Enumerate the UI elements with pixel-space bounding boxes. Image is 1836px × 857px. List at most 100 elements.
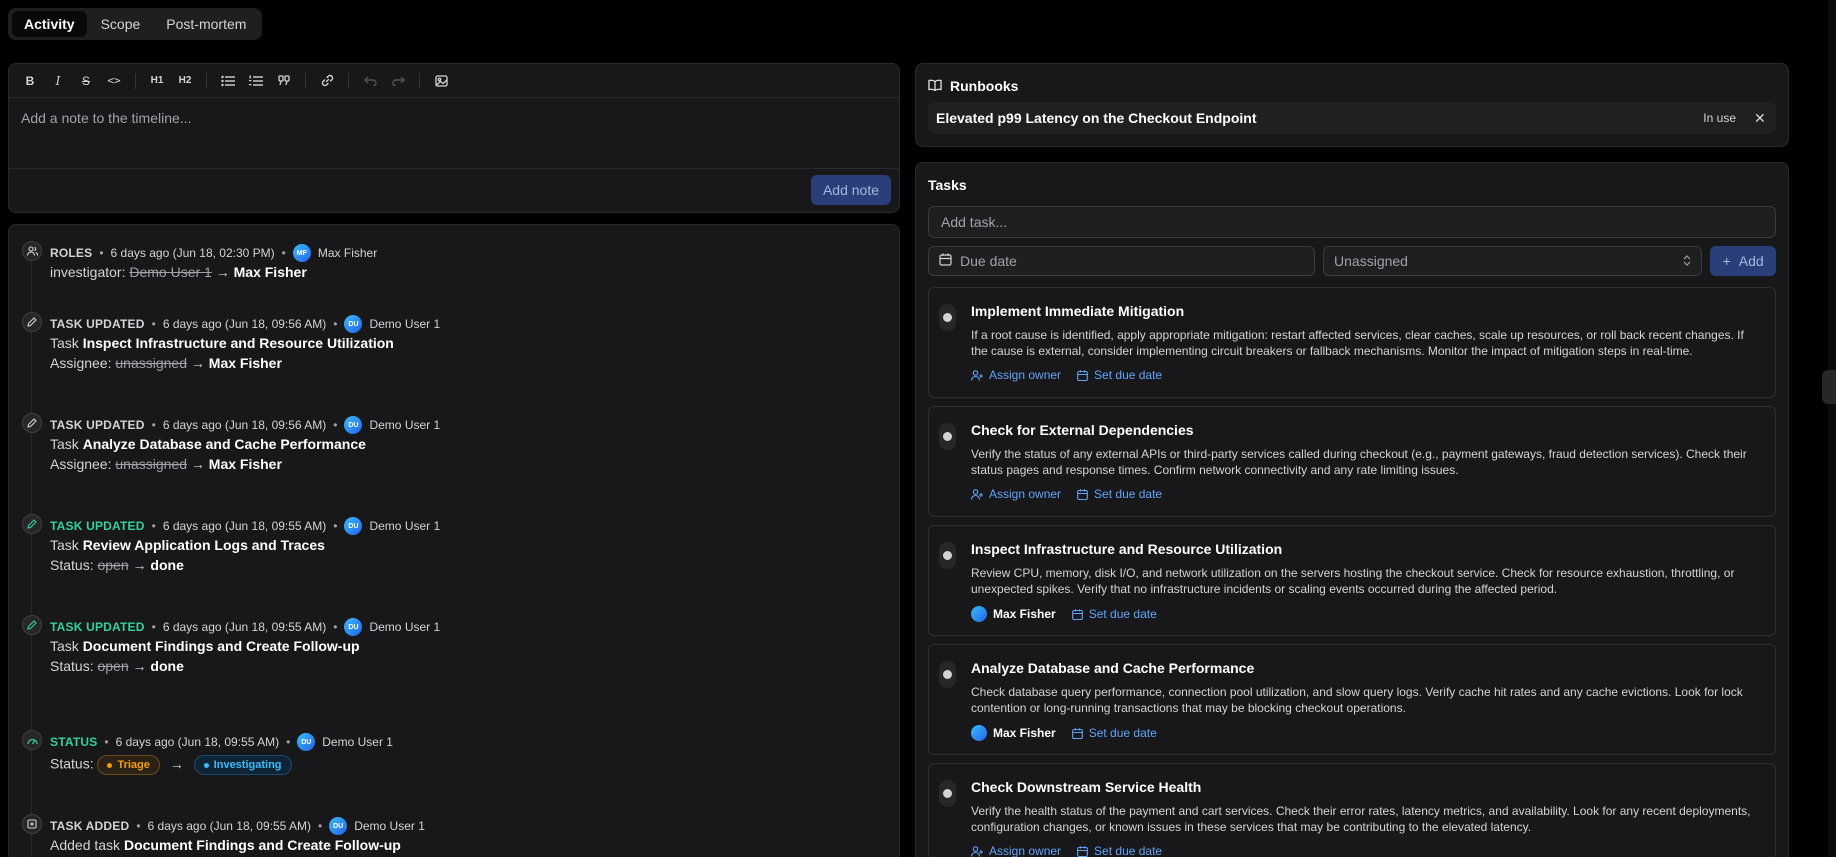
code-button[interactable]: <> bbox=[101, 69, 127, 93]
avatar: DU bbox=[344, 416, 363, 434]
task-title: Analyze Database and Cache Performance bbox=[971, 660, 1255, 676]
event-change: Status: open → done bbox=[50, 658, 184, 674]
task-status-toggle[interactable] bbox=[939, 542, 956, 569]
calendar-icon bbox=[1071, 727, 1083, 739]
italic-button[interactable]: I bbox=[45, 69, 71, 93]
event-task: Task Document Findings and Create Follow… bbox=[50, 638, 360, 654]
task-status-toggle[interactable] bbox=[939, 423, 956, 450]
gauge-icon bbox=[22, 730, 42, 750]
user-plus-icon bbox=[971, 845, 983, 857]
assign-owner-button[interactable]: Assign owner bbox=[971, 844, 1061, 857]
assign-owner-button[interactable]: Assign owner bbox=[971, 487, 1061, 501]
task-card[interactable]: Implement Immediate Mitigation If a root… bbox=[928, 287, 1776, 398]
runbook-item[interactable]: Elevated p99 Latency on the Checkout End… bbox=[928, 102, 1776, 134]
ordered-list-icon[interactable] bbox=[243, 69, 269, 93]
task-card[interactable]: Inspect Infrastructure and Resource Util… bbox=[928, 525, 1776, 636]
task-actions: Assign owner Set due date bbox=[971, 844, 1162, 857]
undo-icon[interactable] bbox=[357, 69, 383, 93]
event-type: TASK UPDATED bbox=[50, 620, 145, 634]
avatar: DU bbox=[344, 517, 363, 535]
event-type: TASK UPDATED bbox=[50, 317, 145, 331]
task-card[interactable]: Check for External Dependencies Verify t… bbox=[928, 406, 1776, 517]
blockquote-icon[interactable] bbox=[271, 69, 297, 93]
event-user: Demo User 1 bbox=[369, 317, 441, 331]
avatar: DU bbox=[344, 618, 363, 636]
task-owner[interactable]: Max Fisher bbox=[971, 606, 1056, 622]
calendar-icon bbox=[1077, 845, 1088, 857]
task-status-toggle[interactable] bbox=[939, 780, 956, 807]
add-task-button[interactable]: + Add bbox=[1710, 246, 1776, 276]
task-card[interactable]: Check Downstream Service Health Verify t… bbox=[928, 763, 1776, 857]
due-date-picker[interactable]: Due date bbox=[928, 246, 1316, 276]
redo-icon[interactable] bbox=[385, 69, 411, 93]
avatar: MF bbox=[292, 244, 311, 262]
event-time: 6 days ago (Jun 18, 09:56 AM) bbox=[162, 317, 327, 331]
heading1-button[interactable]: H1 bbox=[144, 69, 170, 93]
assignee-select[interactable]: Unassigned bbox=[1323, 246, 1703, 276]
set-due-date-button[interactable]: Set due date bbox=[1077, 368, 1162, 382]
tab-activity[interactable]: Activity bbox=[12, 11, 87, 37]
heading2-button[interactable]: H2 bbox=[172, 69, 198, 93]
tab-scope[interactable]: Scope bbox=[89, 11, 153, 37]
user-plus-icon bbox=[971, 488, 983, 500]
task-owner[interactable]: Max Fisher bbox=[971, 725, 1056, 741]
task-status-toggle[interactable] bbox=[939, 304, 956, 331]
calendar-icon bbox=[939, 253, 952, 269]
set-due-date-button[interactable]: Set due date bbox=[1071, 726, 1157, 740]
event-change: investigator: Demo User 1 → Max Fisher bbox=[50, 264, 307, 280]
status-badge: Triage bbox=[97, 755, 160, 775]
event-task: Added task Document Findings and Create … bbox=[50, 837, 401, 853]
task-status-toggle[interactable] bbox=[939, 661, 956, 688]
page-scrollbar[interactable] bbox=[1828, 0, 1836, 857]
task-description: Review CPU, memory, disk I/O, and networ… bbox=[971, 566, 1735, 596]
runbooks-header: Runbooks bbox=[928, 78, 1018, 94]
runbook-name[interactable]: Elevated p99 Latency on the Checkout End… bbox=[936, 110, 1703, 126]
calendar-icon bbox=[1077, 488, 1088, 500]
timeline-meta: TASK ADDED • 6 days ago (Jun 18, 09:55 A… bbox=[50, 817, 425, 835]
set-due-date-button[interactable]: Set due date bbox=[1077, 487, 1162, 501]
note-input[interactable]: Add a note to the timeline... bbox=[9, 98, 899, 169]
users-icon bbox=[22, 241, 42, 261]
status-badge: Investigating bbox=[193, 755, 292, 775]
close-icon[interactable]: ✕ bbox=[1754, 110, 1768, 127]
tasks-title: Tasks bbox=[928, 177, 967, 193]
bold-button[interactable]: B bbox=[17, 69, 43, 93]
set-due-date-button[interactable]: Set due date bbox=[1071, 607, 1157, 621]
event-time: 6 days ago (Jun 18, 09:55 AM) bbox=[115, 735, 280, 749]
toolbar-divider bbox=[419, 72, 420, 89]
task-description: Verify the status of any external APIs o… bbox=[971, 447, 1747, 477]
event-change: Status: Triage → Investigating bbox=[50, 755, 292, 775]
tab-post-mortem[interactable]: Post-mortem bbox=[154, 11, 258, 37]
image-icon[interactable] bbox=[428, 69, 454, 93]
event-user: Max Fisher bbox=[317, 246, 378, 260]
task-actions: Assign owner Set due date bbox=[971, 487, 1162, 501]
calendar-icon bbox=[1071, 608, 1083, 620]
assign-owner-button[interactable]: Assign owner bbox=[971, 368, 1061, 382]
strikethrough-button[interactable]: S bbox=[73, 69, 99, 93]
event-change: Assignee: unassigned → Max Fisher bbox=[50, 456, 282, 472]
timeline-line bbox=[31, 255, 32, 857]
bullet-list-icon[interactable] bbox=[215, 69, 241, 93]
timeline-meta: TASK UPDATED • 6 days ago (Jun 18, 09:55… bbox=[50, 618, 441, 636]
user-plus-icon bbox=[971, 369, 983, 381]
feedback-tab[interactable] bbox=[1822, 370, 1836, 404]
toolbar-divider bbox=[348, 72, 349, 89]
link-icon[interactable] bbox=[314, 69, 340, 93]
due-date-label: Due date bbox=[960, 253, 1017, 269]
timeline-meta: STATUS • 6 days ago (Jun 18, 09:55 AM) •… bbox=[50, 733, 393, 751]
add-task-input[interactable]: Add task... bbox=[928, 206, 1776, 238]
set-due-date-button[interactable]: Set due date bbox=[1077, 844, 1162, 857]
toolbar-divider bbox=[206, 72, 207, 89]
add-note-button[interactable]: Add note bbox=[811, 175, 891, 205]
chevron-up-down-icon bbox=[1683, 253, 1691, 269]
tasks-panel: Tasks Add task... Due date Unassigned + … bbox=[915, 162, 1789, 857]
task-title: Implement Immediate Mitigation bbox=[971, 303, 1185, 319]
calendar-icon bbox=[1077, 369, 1088, 381]
event-type: STATUS bbox=[50, 735, 98, 749]
activity-timeline: ROLES • 6 days ago (Jun 18, 02:30 PM) • … bbox=[8, 224, 900, 857]
event-time: 6 days ago (Jun 18, 09:55 AM) bbox=[162, 620, 327, 634]
event-change: Status: open → done bbox=[50, 557, 184, 573]
task-card[interactable]: Analyze Database and Cache Performance C… bbox=[928, 644, 1776, 755]
timeline-meta: TASK UPDATED • 6 days ago (Jun 18, 09:56… bbox=[50, 315, 441, 333]
event-user: Demo User 1 bbox=[322, 735, 393, 749]
